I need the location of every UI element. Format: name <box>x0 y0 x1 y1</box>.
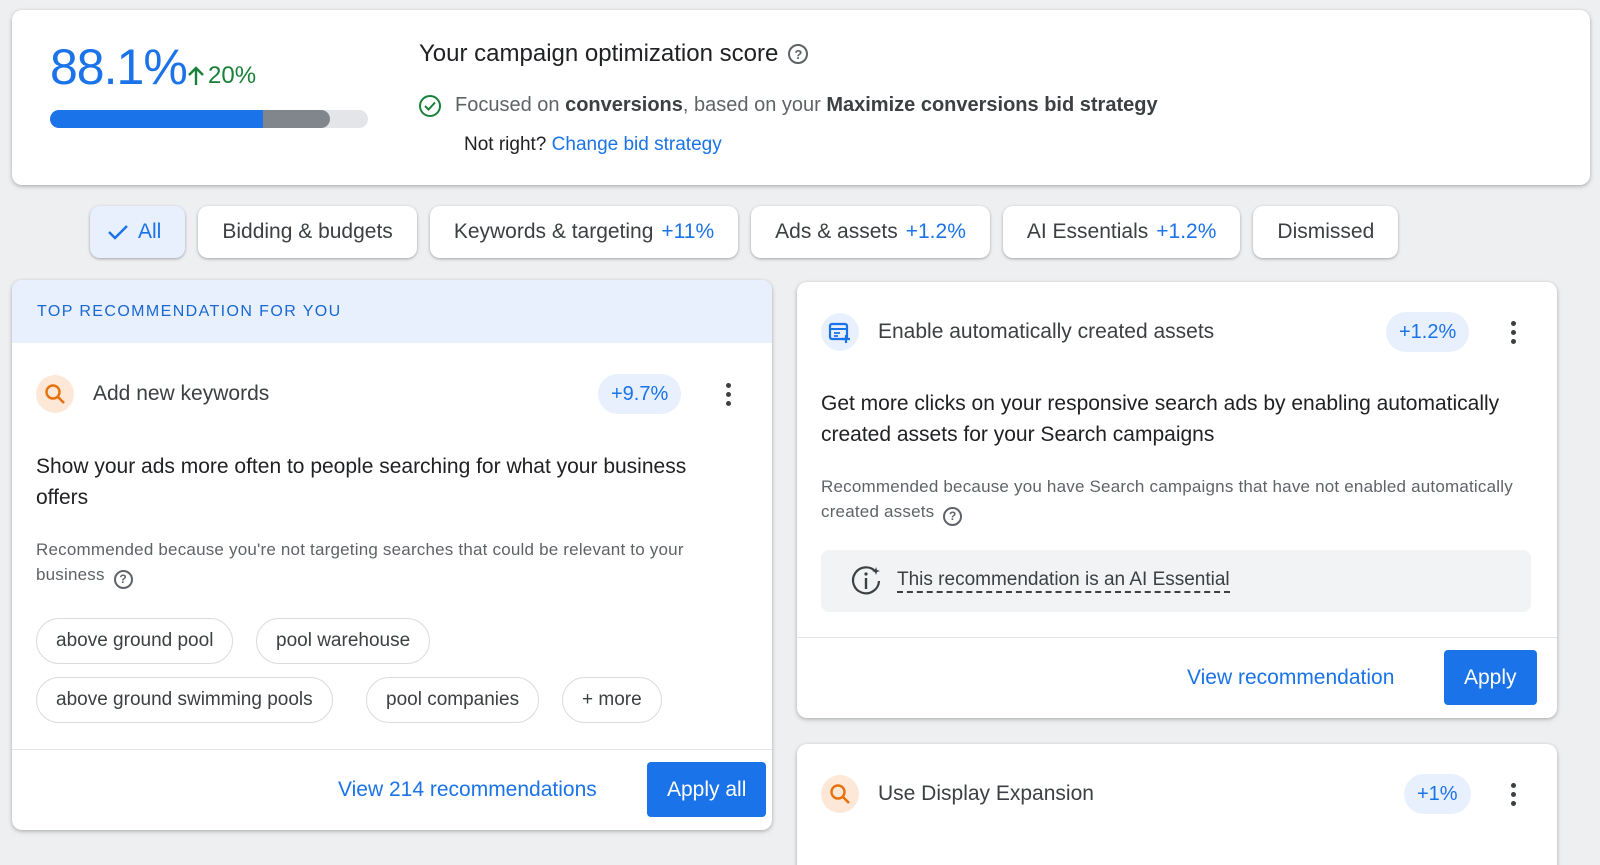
recommendation-header: Use Display Expansion <box>821 775 1094 813</box>
ai-essential-text[interactable]: This recommendation is an AI Essential <box>897 569 1230 593</box>
filter-chip-uplift: +1.2% <box>905 220 966 243</box>
filter-chip-keywords-targeting[interactable]: Keywords & targeting +11% <box>429 206 739 258</box>
recommendation-title: Enable automatically created assets <box>878 320 1215 343</box>
recommendation-header: Enable automatically created assets <box>821 313 1214 351</box>
check-circle-icon <box>419 94 441 117</box>
check-icon <box>108 225 128 240</box>
recommendation-description: Get more clicks on your responsive searc… <box>821 392 1500 446</box>
recommendation-description: Show your ads more often to people searc… <box>36 455 687 509</box>
score-delta-value: 20% <box>208 62 257 89</box>
filter-chip-label: AI Essentials <box>1026 220 1149 243</box>
focus-description: Focused on conversions, based on your Ma… <box>419 94 1158 117</box>
top-recommendation-card: TOP RECOMMENDATION FOR YOU Add new keywo… <box>12 280 772 830</box>
filter-chip-label: All <box>138 220 162 243</box>
ai-essential-note: This recommendation is an AI Essential <box>821 550 1531 612</box>
uplift-badge: +1.2% <box>1386 312 1470 352</box>
filter-chip-ads-assets[interactable]: Ads & assets +1.2% <box>751 206 990 258</box>
help-icon[interactable]: ? <box>943 506 963 526</box>
recommendation-header: Add new keywords <box>36 375 269 413</box>
score-bar-current <box>50 110 264 128</box>
apply-button[interactable]: Apply <box>1444 650 1537 705</box>
uplift-badge: +1% <box>1404 774 1471 814</box>
view-recommendation-link[interactable]: View recommendation <box>1187 666 1394 690</box>
not-right-row: Not right? Change bid strategy <box>464 134 722 156</box>
arrow-up-icon <box>188 66 204 85</box>
filter-chip-label: Bidding & budgets <box>222 220 393 243</box>
search-icon <box>821 775 859 813</box>
assets-icon <box>821 313 859 351</box>
filter-chip-label: Dismissed <box>1277 220 1375 243</box>
focus-goal: conversions <box>565 94 683 116</box>
filter-chip-dismissed[interactable]: Dismissed <box>1253 206 1399 258</box>
optimization-score-value: 88.1% <box>50 39 188 95</box>
card-divider <box>12 749 772 750</box>
keyword-chip[interactable]: above ground swimming pools <box>36 677 333 723</box>
apply-all-button[interactable]: Apply all <box>647 762 767 817</box>
not-right-text: Not right? <box>464 134 547 155</box>
score-title: Your campaign optimization score ? <box>419 40 809 68</box>
focus-text: Focused on conversions, based on your Ma… <box>455 94 1158 117</box>
filter-chips: All Bidding & budgets Keywords & targeti… <box>90 206 1399 258</box>
filter-chip-label: Ads & assets <box>775 220 898 243</box>
optimization-score-delta: 20% <box>186 62 256 90</box>
uplift-badge: +9.7% <box>598 374 682 414</box>
more-options-icon[interactable] <box>1501 312 1525 352</box>
auto-assets-recommendation-card: Enable automatically created assets +1.2… <box>797 282 1557 718</box>
filter-chip-uplift: +11% <box>661 220 715 243</box>
top-recommendation-banner: TOP RECOMMENDATION FOR YOU <box>12 280 772 343</box>
ai-info-icon <box>851 566 881 595</box>
filter-chip-all[interactable]: All <box>90 206 186 258</box>
help-icon[interactable]: ? <box>788 44 809 64</box>
keyword-chip[interactable]: above ground pool <box>36 618 234 664</box>
optimization-score-card: 88.1% 20% Your campaign optimization sco… <box>12 10 1590 185</box>
recommendation-title: Use Display Expansion <box>878 782 1094 805</box>
reason-text: Recommended because you have Search camp… <box>821 477 1513 521</box>
keyword-chip[interactable]: pool companies <box>366 677 540 723</box>
score-title-text: Your campaign optimization score <box>419 40 779 67</box>
help-icon[interactable]: ? <box>113 569 133 589</box>
recommendation-title: Add new keywords <box>93 382 270 405</box>
card-divider <box>797 637 1557 638</box>
recommendation-reason: Recommended because you're not targeting… <box>36 537 736 589</box>
more-keywords-chip[interactable]: + more <box>562 677 662 723</box>
filter-chip-label: Keywords & targeting <box>453 220 654 243</box>
display-expansion-recommendation-card: Use Display Expansion +1% <box>797 744 1557 865</box>
change-bid-strategy-link[interactable]: Change bid strategy <box>552 134 722 155</box>
view-recommendations-link[interactable]: View 214 recommendations <box>338 778 597 802</box>
more-options-icon[interactable] <box>716 374 740 414</box>
filter-chip-bidding-budgets[interactable]: Bidding & budgets <box>198 206 417 258</box>
optimization-score-bar <box>50 110 368 128</box>
focus-bid-strategy: Maximize conversions bid strategy <box>826 94 1158 116</box>
focus-middle: , based on your <box>682 94 821 116</box>
recommendation-reason: Recommended because you have Search camp… <box>821 474 1521 526</box>
keyword-chip[interactable]: pool warehouse <box>256 618 431 664</box>
reason-text: Recommended because you're not targeting… <box>36 540 684 584</box>
more-options-icon[interactable] <box>1501 774 1525 814</box>
filter-chip-uplift: +1.2% <box>1156 220 1217 243</box>
search-icon <box>36 375 74 413</box>
focus-prefix: Focused on <box>455 94 560 116</box>
filter-chip-ai-essentials[interactable]: AI Essentials +1.2% <box>1002 206 1241 258</box>
